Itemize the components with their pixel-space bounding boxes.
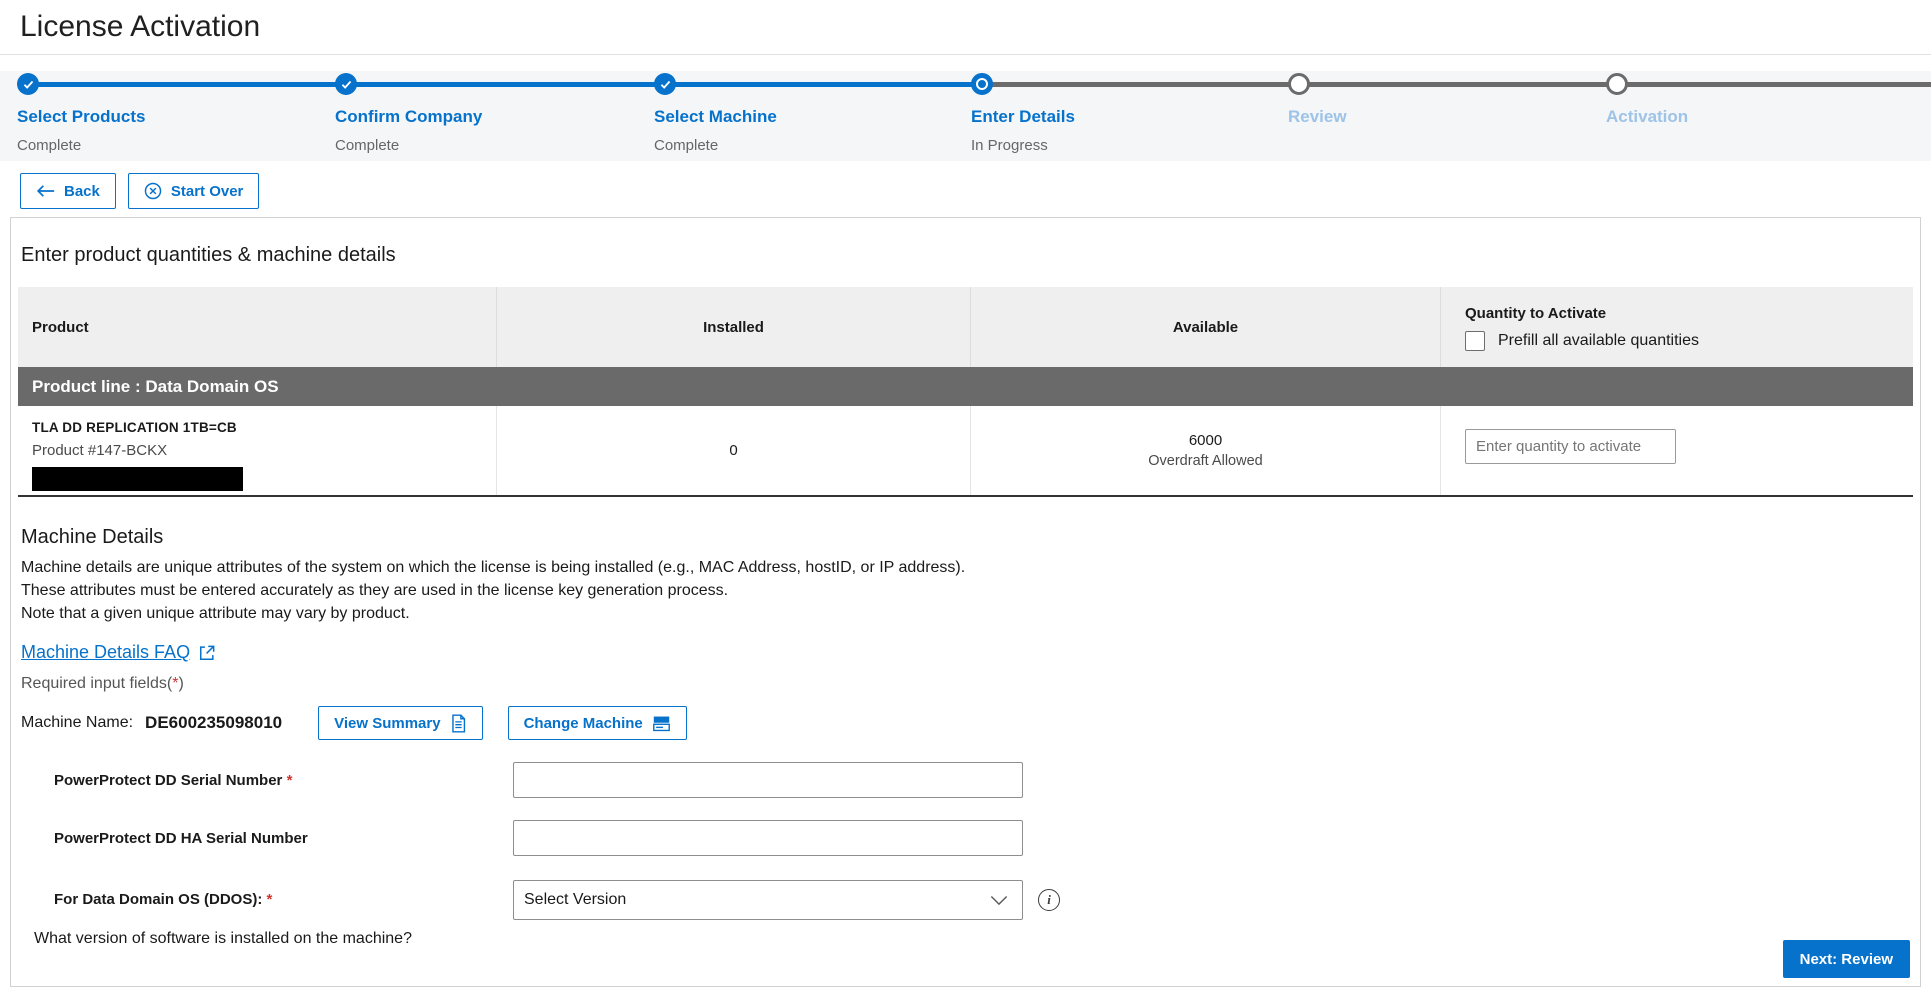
quantity-to-activate-input[interactable] [1465,429,1676,464]
column-header-installed: Installed [497,287,971,367]
step-activation: Activation [1606,73,1906,127]
installed-value: 0 [729,442,737,459]
product-number: Product #147-BCKX [32,442,496,459]
description-line: These attributes must be entered accurat… [21,579,1920,602]
next-review-button[interactable]: Next: Review [1783,940,1910,978]
machine-name-row: Machine Name: DE600235098010 View Summar… [21,706,1920,740]
start-over-button-label: Start Over [171,183,244,200]
step-label: Select Machine [654,107,954,127]
description-line: Note that a given unique attribute may v… [21,602,1920,625]
step-status: Complete [17,137,317,154]
toolbar: Back Start Over [20,173,1931,209]
machine-details-description: Machine details are unique attributes of… [21,556,1920,625]
overdraft-note: Overdraft Allowed [1148,453,1262,469]
form-row-dd-ha-serial: PowerProtect DD HA Serial Number [34,820,1920,856]
required-note-prefix: Required input fields( [21,675,172,692]
progress-stepper: Select Products Complete Confirm Company… [0,71,1931,161]
column-header-product: Product [18,287,497,367]
title-divider [0,54,1931,55]
prefill-checkbox[interactable] [1465,331,1485,351]
check-icon [659,78,672,91]
machine-details-heading: Machine Details [21,526,1920,549]
stepper-track-completed [28,82,982,87]
dd-serial-label: PowerProtect DD Serial Number * [34,772,513,789]
product-line-group-header: Product line : Data Domain OS [18,367,1913,406]
chevron-down-icon [990,895,1008,906]
step-label: Select Products [17,107,317,127]
machine-details-faq-link[interactable]: Machine Details FAQ [21,642,217,663]
step-label: Review [1288,107,1588,127]
dd-serial-input[interactable] [513,762,1023,798]
ddos-label-column: For Data Domain OS (DDOS): * What versio… [34,880,513,948]
field-label-text: PowerProtect DD Serial Number [54,772,282,789]
step-label: Confirm Company [335,107,635,127]
dd-ha-serial-label: PowerProtect DD HA Serial Number [34,830,513,847]
change-machine-button[interactable]: Change Machine [508,706,687,740]
description-line: Machine details are unique attributes of… [21,556,1920,579]
step-status: Complete [654,137,954,154]
section-heading: Enter product quantities & machine detai… [21,244,1920,267]
ddos-version-help-text: What version of software is installed on… [34,930,513,948]
info-icon[interactable]: i [1038,889,1060,911]
machine-name-label: Machine Name: [21,714,133,732]
view-summary-button[interactable]: View Summary [318,706,482,740]
step-label: Enter Details [971,107,1271,127]
back-button[interactable]: Back [20,173,116,209]
column-header-available: Available [971,287,1441,367]
check-icon [22,78,35,91]
document-icon [450,714,467,733]
required-asterisk: * [267,891,273,908]
back-button-label: Back [64,183,100,200]
start-over-button[interactable]: Start Over [128,173,260,209]
form-row-ddos-version: For Data Domain OS (DDOS): * What versio… [34,880,1920,948]
quantity-cell [1441,406,1913,495]
machine-details-form: PowerProtect DD Serial Number * PowerPro… [34,762,1920,948]
ddos-version-select[interactable]: Select Version [513,880,1023,920]
available-value: 6000 [1189,432,1222,449]
prefill-option: Prefill all available quantities [1465,331,1913,351]
select-value: Select Version [524,891,626,909]
table-row: TLA DD REPLICATION 1TB=CB Product #147-B… [18,406,1913,497]
form-row-dd-serial: PowerProtect DD Serial Number * [34,762,1920,798]
step-enter-details[interactable]: Enter Details In Progress [971,73,1271,154]
view-summary-label: View Summary [334,715,440,732]
server-icon [652,715,671,732]
field-label-text: PowerProtect DD HA Serial Number [54,830,308,847]
redacted-text-bar [32,467,243,491]
product-name: TLA DD REPLICATION 1TB=CB [32,420,496,435]
arrow-left-icon [36,184,55,198]
ddos-version-label: For Data Domain OS (DDOS): * [34,880,513,908]
check-icon [340,78,353,91]
step-review: Review [1288,73,1588,127]
current-step-dot [978,80,986,88]
quantity-column-title: Quantity to Activate [1465,305,1913,322]
machine-name-value: DE600235098010 [145,713,282,733]
product-quantities-table: Product Installed Available Quantity to … [18,287,1913,497]
prefill-label[interactable]: Prefill all available quantities [1498,332,1699,350]
dd-ha-serial-input[interactable] [513,820,1023,856]
step-status: In Progress [971,137,1271,154]
page-title: License Activation [20,8,1931,46]
table-header-row: Product Installed Available Quantity to … [18,287,1913,367]
circle-x-icon [144,182,162,200]
step-label: Activation [1606,107,1906,127]
field-label-text: For Data Domain OS (DDOS): [54,891,262,908]
column-header-quantity: Quantity to Activate Prefill all availab… [1441,287,1913,367]
machine-details-section: Machine Details Machine details are uniq… [21,526,1920,948]
step-status: Complete [335,137,635,154]
required-asterisk: * [287,772,293,789]
faq-link-text: Machine Details FAQ [21,642,190,663]
change-machine-label: Change Machine [524,715,643,732]
product-cell: TLA DD REPLICATION 1TB=CB Product #147-B… [18,406,497,495]
external-link-icon [197,643,217,663]
available-cell: 6000 Overdraft Allowed [971,406,1441,495]
main-panel: Enter product quantities & machine detai… [10,217,1921,987]
required-fields-note: Required input fields(*) [21,675,1920,693]
installed-cell: 0 [497,406,971,495]
required-note-suffix: ) [178,675,183,692]
